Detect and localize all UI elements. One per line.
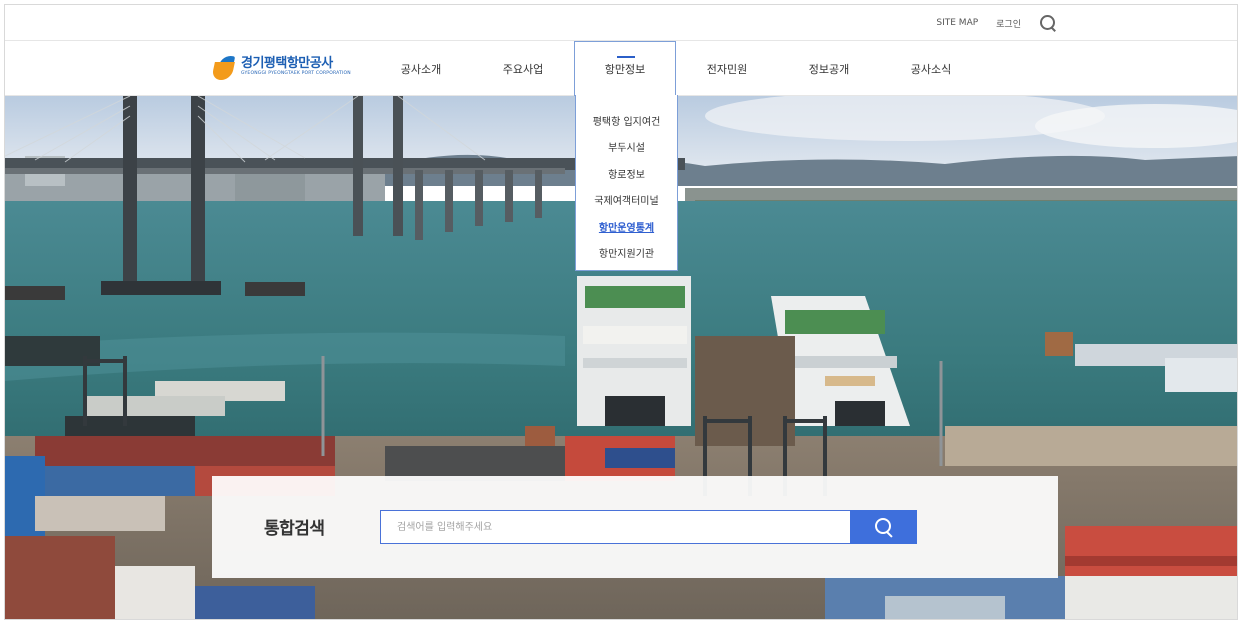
submenu-terminal[interactable]: 국제여객터미널	[594, 187, 658, 214]
sitemap-link[interactable]: SITE MAP	[936, 18, 978, 28]
site-logo[interactable]: 경기평택항만공사 GYEONGGI PYEONGTAEK PORT CORPOR…	[211, 49, 351, 85]
search-button[interactable]	[850, 510, 917, 544]
search-icon	[875, 518, 893, 536]
logo-name-ko: 경기평택항만공사	[241, 56, 333, 72]
menu-item-about[interactable]: 공사소개	[370, 41, 472, 96]
menu-item-news[interactable]: 공사소식	[880, 41, 982, 96]
search-input[interactable]	[380, 510, 850, 544]
port-info-submenu: 평택항 입지여건 부두시설 항로정보 국제여객터미널 항만운영통계 항만지원기관	[575, 95, 678, 271]
menu-item-disclosure[interactable]: 정보공개	[778, 41, 880, 96]
integrated-search-panel: 통합검색	[212, 476, 1058, 578]
submenu-location[interactable]: 평택항 입지여건	[593, 107, 661, 134]
search-label: 통합검색	[264, 519, 325, 539]
submenu-statistics[interactable]: 항만운영통계	[599, 213, 654, 240]
menu-item-e-civil[interactable]: 전자민원	[676, 41, 778, 96]
utility-bar: SITE MAP 로그인	[5, 5, 1237, 41]
search-icon[interactable]	[1039, 14, 1057, 32]
global-nav: 경기평택항만공사 GYEONGGI PYEONGTAEK PORT CORPOR…	[5, 41, 1237, 96]
main-menu: 공사소개 주요사업 항만정보 전자민원 정보공개 공사소식	[370, 41, 982, 96]
login-link[interactable]: 로그인	[996, 17, 1021, 30]
menu-item-business[interactable]: 주요사업	[472, 41, 574, 96]
menu-item-port-info[interactable]: 항만정보	[574, 41, 676, 96]
logo-icon	[211, 53, 237, 81]
submenu-berth[interactable]: 부두시설	[608, 134, 645, 161]
submenu-support[interactable]: 항만지원기관	[599, 240, 654, 267]
page: SITE MAP 로그인 경기평택항만공사 GYEONGGI PYEONGTAE…	[4, 4, 1238, 620]
utility-links: SITE MAP 로그인	[936, 5, 1057, 41]
submenu-route[interactable]: 항로정보	[608, 160, 645, 187]
logo-name-en: GYEONGGI PYEONGTAEK PORT CORPORATION	[241, 71, 351, 77]
